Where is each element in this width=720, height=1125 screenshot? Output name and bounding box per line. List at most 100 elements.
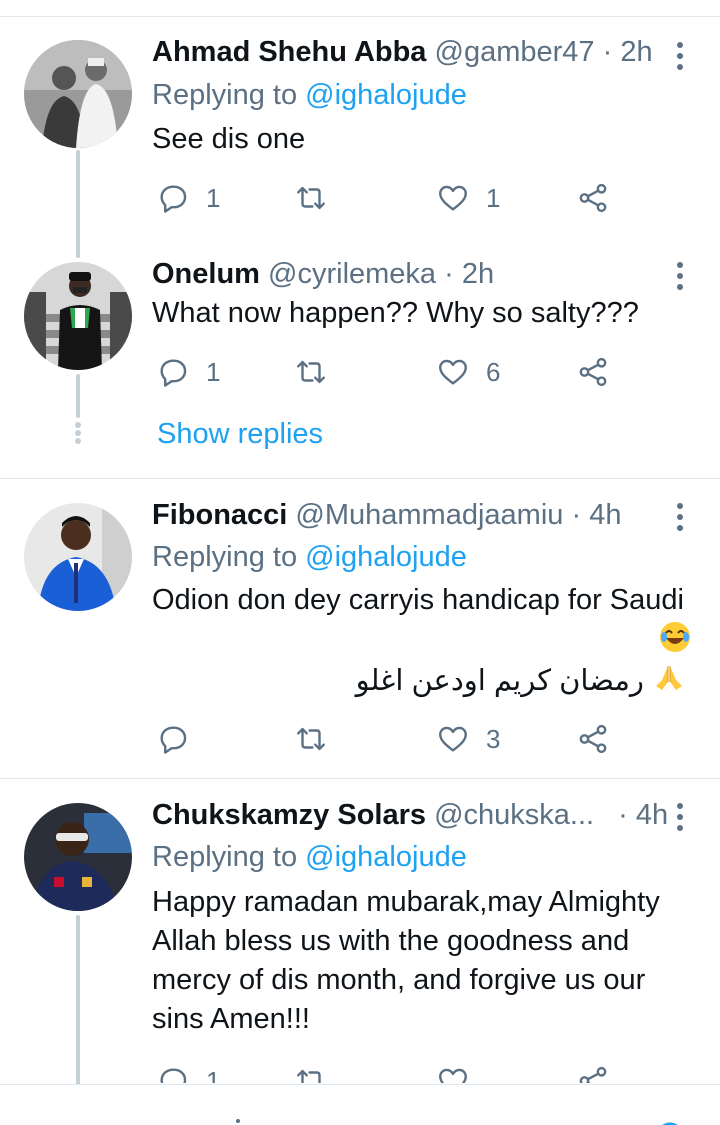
mention-link[interactable]: @ighalojude (305, 541, 467, 573)
author-handle[interactable]: @Muhammadjaamiu (295, 499, 563, 531)
praying-hands-emoji-icon (652, 660, 686, 705)
tweet-header: Chukskamzy Solars @chukska... · 4h (152, 797, 668, 833)
replying-prefix: Replying to (152, 541, 298, 573)
avatar[interactable] (24, 803, 132, 911)
timestamp[interactable]: 2h (462, 258, 494, 290)
author-handle[interactable]: @gamber47 (435, 36, 595, 68)
retweet-icon (297, 186, 325, 210)
replying-prefix: Replying to (152, 79, 298, 111)
reply-button[interactable]: 1 (156, 352, 220, 392)
like-count: 3 (486, 723, 501, 754)
replying-to: Replying to @ighalojude (152, 839, 467, 875)
timestamp[interactable]: 4h (636, 799, 668, 831)
nav-compose-icon[interactable] (650, 1113, 690, 1125)
more-icon[interactable] (670, 499, 690, 535)
reply-button[interactable] (156, 719, 206, 759)
thread-line (76, 374, 80, 418)
more-icon[interactable] (670, 258, 690, 294)
reply-button[interactable]: 1 (156, 1061, 220, 1083)
like-button[interactable]: 1 (436, 178, 500, 218)
reply-icon (160, 185, 187, 213)
mention-link[interactable]: @ighalojude (305, 79, 467, 111)
like-icon (439, 185, 467, 211)
like-icon (439, 726, 467, 752)
tweet-4[interactable]: Chukskamzy Solars @chukska... · 4h Reply… (0, 779, 720, 1085)
tweet-3[interactable]: Fibonacci @Muhammadjaamiu · 4h Replying … (0, 479, 720, 779)
author-handle[interactable]: @cyrilemeka (268, 258, 436, 290)
tweet-text-line: Odion don dey carryis handicap for Saudi (152, 584, 684, 616)
like-icon (439, 359, 467, 385)
tweet-text-arabic: رمضان كريم اودعن اغلو (355, 665, 644, 698)
tweet-actions: 1 6 (152, 352, 672, 392)
author-name[interactable]: Fibonacci (152, 499, 287, 531)
retweet-button[interactable] (294, 719, 344, 759)
author-name[interactable]: Onelum (152, 258, 260, 290)
share-button[interactable] (576, 352, 610, 392)
tweet-header: Fibonacci @Muhammadjaamiu · 4h (152, 497, 621, 533)
author-handle[interactable]: @chukska... (434, 799, 594, 831)
tweet-1[interactable]: Ahmad Shehu Abba @gamber47 · 2h Replying… (0, 0, 720, 260)
retweet-button[interactable] (294, 1061, 344, 1083)
mention-link[interactable]: @ighalojude (305, 841, 467, 873)
bottom-nav-bar (0, 1084, 720, 1125)
tweet-actions: 1 (152, 1061, 672, 1083)
reply-count: 1 (206, 356, 221, 387)
more-icon[interactable] (670, 799, 690, 835)
more-icon[interactable] (670, 38, 690, 74)
share-button[interactable] (576, 1061, 610, 1083)
author-name[interactable]: Chukskamzy Solars (152, 799, 426, 831)
tweet-text-line: Happy ramadan mubarak,may Almighty (152, 886, 660, 918)
retweet-icon (297, 727, 325, 751)
separator-dot: · (618, 799, 628, 831)
timestamp[interactable]: 2h (620, 36, 652, 68)
author-name[interactable]: Ahmad Shehu Abba (152, 36, 426, 68)
retweet-icon (297, 1069, 321, 1083)
avatar[interactable] (24, 40, 132, 148)
separator-dot: · (602, 36, 613, 68)
arabic-line: رمضان كريم اودعن اغلو (152, 660, 692, 705)
separator-dot: · (571, 499, 582, 531)
nav-dot (236, 1119, 240, 1123)
tweet-actions: 1 1 (152, 178, 672, 218)
share-icon (579, 357, 607, 387)
reply-icon (160, 359, 187, 387)
reply-button[interactable]: 1 (156, 178, 220, 218)
tweet-2[interactable]: Onelum @cyrilemeka · 2h What now happen?… (0, 258, 720, 478)
tweet-text: What now happen?? Why so salty??? (152, 297, 639, 329)
replying-prefix: Replying to (152, 841, 298, 873)
reply-count: 1 (206, 182, 221, 213)
share-button[interactable] (576, 719, 610, 759)
retweet-icon (297, 360, 325, 384)
share-icon (579, 724, 607, 754)
laughing-emoji-icon (658, 620, 692, 665)
tweet-text: See dis one (152, 123, 306, 155)
like-icon (439, 1068, 467, 1083)
tweet-text: Happy ramadan mubarak,may Almighty Allah… (152, 883, 692, 1039)
show-replies-link[interactable]: Show replies (157, 416, 323, 452)
tweet-text-line: mercy of dis month, and forgive us our (152, 964, 646, 996)
replying-to: Replying to @ighalojude (152, 77, 467, 113)
thread-line (76, 150, 80, 258)
like-button[interactable]: 3 (436, 719, 500, 759)
timestamp[interactable]: 4h (589, 499, 621, 531)
retweet-button[interactable] (294, 178, 344, 218)
tweet-text-line: Allah bless us with the goodness and (152, 925, 630, 957)
thread-line (76, 915, 80, 1085)
share-button[interactable] (576, 178, 610, 218)
avatar[interactable] (24, 262, 132, 370)
reply-count: 1 (206, 1065, 221, 1084)
replying-to: Replying to @ighalojude (152, 539, 467, 575)
emoji-line (152, 620, 692, 660)
avatar[interactable] (24, 503, 132, 611)
more-replies-dots (73, 422, 83, 446)
share-icon (579, 183, 607, 213)
retweet-button[interactable] (294, 352, 344, 392)
reply-icon (160, 1068, 187, 1083)
tweet-header: Onelum @cyrilemeka · 2h (152, 256, 494, 292)
like-button[interactable] (436, 1061, 486, 1083)
like-count: 1 (486, 182, 501, 213)
separator-dot: · (444, 258, 454, 290)
like-button[interactable]: 6 (436, 352, 500, 392)
share-icon (579, 1066, 607, 1083)
like-count: 6 (486, 356, 501, 387)
